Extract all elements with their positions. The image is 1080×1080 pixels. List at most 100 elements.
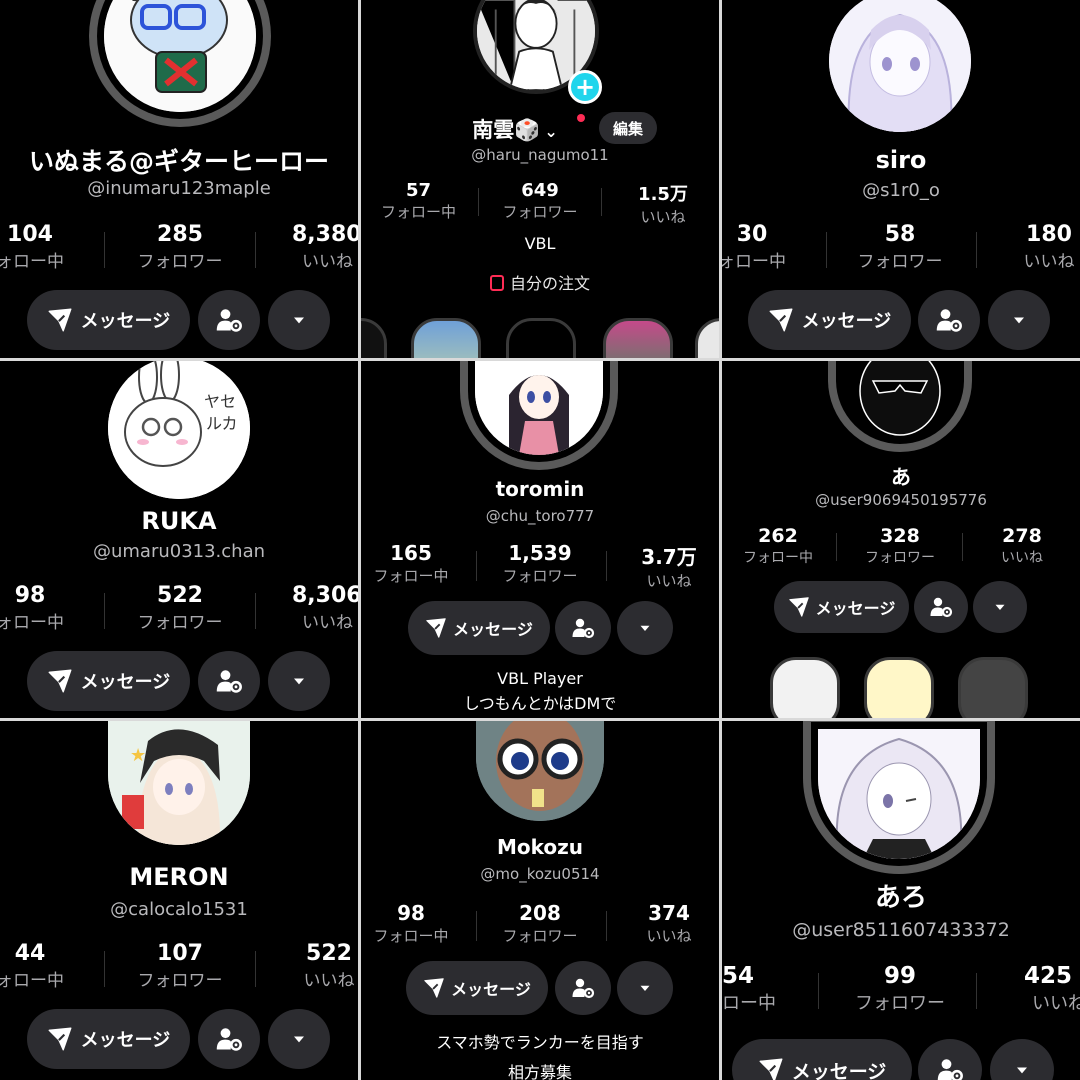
- person-settings-icon: [215, 1025, 243, 1053]
- message-button[interactable]: メッセージ: [27, 1009, 190, 1069]
- stat-followers[interactable]: 522 フォロワー: [120, 583, 240, 633]
- add-friend-button[interactable]: [555, 961, 611, 1015]
- add-friend-button[interactable]: [918, 1039, 982, 1080]
- divider: [826, 232, 827, 268]
- chevron-down-icon: [636, 979, 654, 997]
- stat-following[interactable]: 30 ォロー中: [722, 222, 812, 272]
- stat-following[interactable]: 104 ォロー中: [0, 222, 90, 272]
- highlight-thumb[interactable]: [411, 318, 481, 358]
- avatar[interactable]: [818, 729, 980, 859]
- stat-likes[interactable]: 374 いいね: [629, 901, 709, 946]
- profile-card: siro @s1r0_o 30 ォロー中 58 フォロワー 180 いいね メッセージ: [722, 0, 1080, 358]
- stat-following[interactable]: 57 フォロー中: [361, 180, 476, 222]
- stat-following[interactable]: 54 ロー中: [722, 963, 812, 1015]
- avatar[interactable]: [475, 361, 603, 455]
- highlight-thumb[interactable]: [361, 318, 387, 358]
- stat-likes[interactable]: 3.7万 いいね: [629, 541, 709, 591]
- dropdown-button[interactable]: [990, 1039, 1054, 1080]
- profile-handle: @user9069450195776: [815, 491, 987, 509]
- avatar[interactable]: ヤセ ルカ: [108, 361, 250, 499]
- stat-followers[interactable]: 58 フォロワー: [840, 222, 960, 272]
- avatar[interactable]: ★: [108, 721, 250, 845]
- profile-card: あ @user9069450195776 262 フォロー中 328 フォロワー 2…: [722, 361, 1080, 718]
- stat-likes[interactable]: 8,306 いいね: [282, 583, 358, 633]
- message-button[interactable]: メッセージ: [406, 961, 548, 1015]
- message-button[interactable]: メッセージ: [774, 581, 909, 633]
- divider: [606, 911, 607, 941]
- dropdown-button[interactable]: [268, 1009, 330, 1069]
- stat-followers[interactable]: 649 フォロワー: [481, 180, 599, 222]
- profile-name: RUKA: [141, 507, 217, 535]
- add-friend-button[interactable]: [198, 1009, 260, 1069]
- message-button[interactable]: メッセージ: [748, 290, 911, 350]
- profile-bio: スマホ勢でランカーを目指す: [436, 1033, 644, 1052]
- highlight-thumb[interactable]: [770, 657, 840, 718]
- stat-likes[interactable]: 522 いいね: [292, 941, 358, 991]
- edit-button[interactable]: 編集: [599, 112, 657, 144]
- highlight-thumb[interactable]: [603, 318, 673, 358]
- profile-handle: @calocalo1531: [110, 899, 248, 920]
- dropdown-button[interactable]: [973, 581, 1027, 633]
- divider: [976, 973, 977, 1009]
- message-button[interactable]: メッセージ: [27, 290, 190, 350]
- avatar[interactable]: [476, 721, 604, 821]
- stat-followers[interactable]: 285 フォロワー: [120, 222, 240, 272]
- highlight-thumb[interactable]: [864, 657, 934, 718]
- profile-name: 南雲🎲 ⌄: [472, 118, 558, 142]
- divider: [104, 232, 105, 268]
- divider: [976, 232, 977, 268]
- add-friend-button[interactable]: [918, 290, 980, 350]
- chevron-down-icon[interactable]: ⌄: [544, 122, 557, 141]
- add-friend-button[interactable]: [914, 581, 968, 633]
- stat-likes[interactable]: 180 いいね: [1014, 222, 1080, 272]
- message-button[interactable]: メッセージ: [27, 651, 190, 711]
- stat-followers[interactable]: 1,539 フォロワー: [481, 541, 599, 586]
- orders-link[interactable]: 自分の注文: [361, 270, 719, 294]
- svg-text:ルカ: ルカ: [206, 414, 238, 433]
- add-friend-button[interactable]: [198, 651, 260, 711]
- dropdown-button[interactable]: [268, 290, 330, 350]
- stat-followers[interactable]: 328 フォロワー: [850, 525, 950, 567]
- highlight-thumb[interactable]: [506, 318, 576, 358]
- profile-handle: @haru_nagumo11: [471, 146, 609, 164]
- avatar[interactable]: [843, 361, 957, 437]
- profile-bio: VBL: [524, 234, 556, 253]
- stat-likes[interactable]: 8,380 いいね: [282, 222, 358, 272]
- stat-following[interactable]: 44 ォロー中: [0, 941, 90, 991]
- message-button[interactable]: メッセージ: [732, 1039, 912, 1080]
- avatar[interactable]: [829, 0, 971, 132]
- stat-following[interactable]: 165 フォロー中: [361, 541, 461, 586]
- divider: [104, 951, 105, 987]
- message-button[interactable]: メッセージ: [408, 601, 550, 655]
- add-friend-button[interactable]: [555, 601, 611, 655]
- send-icon: [788, 596, 810, 618]
- profile-name: siro: [875, 146, 927, 174]
- stat-following[interactable]: 98 フォロー中: [361, 901, 461, 946]
- dropdown-button[interactable]: [268, 651, 330, 711]
- dropdown-button[interactable]: [617, 961, 673, 1015]
- chevron-down-icon: [1009, 310, 1029, 330]
- dropdown-button[interactable]: [988, 290, 1050, 350]
- stat-followers[interactable]: 99 フォロワー: [840, 963, 960, 1015]
- stat-followers[interactable]: 208 フォロワー: [481, 901, 599, 946]
- stat-likes[interactable]: 425 いいね: [1022, 963, 1080, 1015]
- send-icon: [423, 977, 445, 999]
- chevron-down-icon: [1012, 1060, 1032, 1080]
- stat-followers[interactable]: 107 フォロワー: [120, 941, 240, 991]
- profile-bio: VBL Player: [497, 669, 583, 688]
- svg-text:★: ★: [130, 745, 146, 766]
- divider: [104, 593, 105, 629]
- send-icon: [768, 307, 794, 333]
- plus-icon[interactable]: +: [568, 70, 602, 104]
- dropdown-button[interactable]: [617, 601, 673, 655]
- stat-following[interactable]: 262 フォロー中: [730, 525, 826, 567]
- divider: [836, 533, 837, 561]
- send-icon: [47, 668, 73, 694]
- add-friend-button[interactable]: [198, 290, 260, 350]
- stat-likes[interactable]: 1.5万 いいね: [609, 180, 717, 227]
- stat-following[interactable]: 98 ォロー中: [0, 583, 90, 633]
- avatar[interactable]: ぽる: [104, 0, 256, 112]
- highlight-thumb[interactable]: [958, 657, 1028, 718]
- stat-likes[interactable]: 278 いいね: [980, 525, 1064, 567]
- highlight-thumb[interactable]: [695, 318, 719, 358]
